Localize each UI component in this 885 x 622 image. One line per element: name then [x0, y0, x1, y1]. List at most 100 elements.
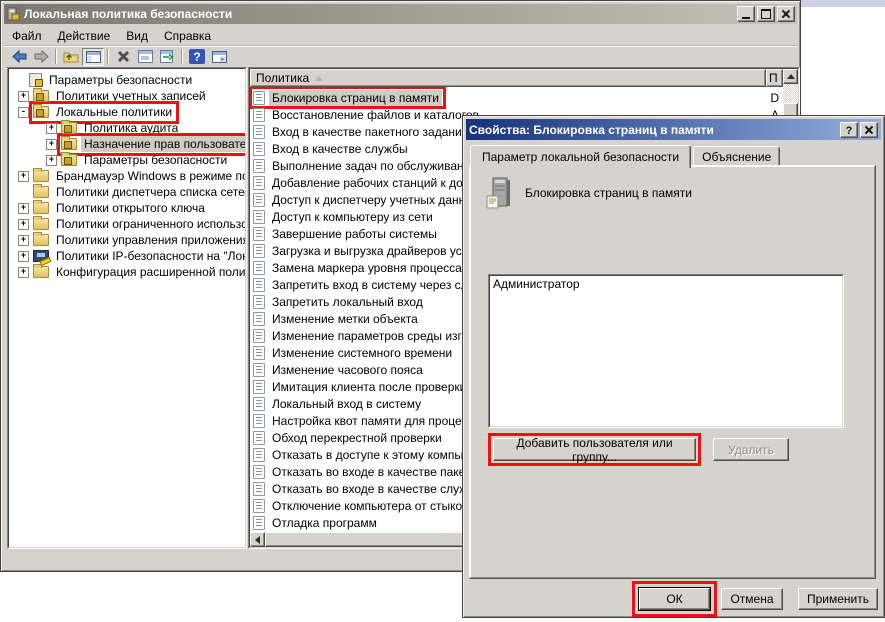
- tree-item[interactable]: + Политики IP-безопасности на "Локальн: [9, 248, 245, 264]
- expand-toggle-icon[interactable]: +: [18, 219, 29, 230]
- expand-toggle-icon[interactable]: +: [18, 171, 29, 182]
- console-tree-panel: Параметры безопасности + Политики учетны…: [7, 67, 247, 549]
- tree-item-label[interactable]: Политики учетных записей: [53, 88, 209, 104]
- tab-local-security-setting[interactable]: Параметр локальной безопасности: [470, 145, 691, 168]
- tree-item[interactable]: + Политики открытого ключа: [9, 200, 245, 216]
- show-panel-button[interactable]: [208, 48, 230, 66]
- forward-button[interactable]: [30, 48, 52, 66]
- policy-row-label[interactable]: Завершение работы системы: [269, 226, 440, 242]
- policy-row-label[interactable]: Обход перекрестной проверки: [269, 430, 445, 446]
- expand-toggle-icon[interactable]: +: [46, 123, 57, 134]
- export-list-button[interactable]: [156, 48, 178, 66]
- policy-row-label[interactable]: Отказать во входе в качестве служб: [269, 481, 477, 497]
- menu-item[interactable]: Справка: [156, 27, 219, 45]
- cancel-button[interactable]: Отмена: [721, 588, 783, 610]
- menu-item[interactable]: Действие: [50, 27, 119, 45]
- add-user-or-group-button[interactable]: Добавить пользователя или группу...: [493, 438, 696, 461]
- policy-row-label[interactable]: Отладка программ: [269, 515, 380, 531]
- policy-row-label[interactable]: Имитация клиента после проверки по: [269, 379, 486, 395]
- ok-button[interactable]: ОК: [639, 588, 710, 610]
- policy-row-label[interactable]: Блокировка страниц в памяти: [269, 90, 442, 106]
- policy-row-label[interactable]: Добавление рабочих станций к доме: [269, 175, 481, 191]
- tree-item-label[interactable]: Политики ограниченного использовани: [53, 216, 246, 232]
- menu-item[interactable]: Вид: [118, 27, 156, 45]
- tab-explanation[interactable]: Объяснение: [693, 146, 780, 166]
- tree-item-label[interactable]: Назначение прав пользователя: [81, 136, 246, 152]
- close-button[interactable]: [777, 6, 795, 22]
- tree-item[interactable]: + Политики управления приложениями: [9, 232, 245, 248]
- policy-row[interactable]: Блокировка страниц в памяти D: [250, 89, 783, 106]
- member-item[interactable]: Администратор: [490, 276, 842, 292]
- column-header-parameter[interactable]: П: [766, 69, 783, 87]
- tree-item-label[interactable]: Параметры безопасности: [81, 152, 230, 168]
- tree-item[interactable]: + Назначение прав пользователя: [9, 136, 245, 152]
- policy-row-label[interactable]: Изменение часового пояса: [269, 362, 426, 378]
- apply-button[interactable]: Применить: [798, 588, 878, 610]
- maximize-button[interactable]: [757, 6, 775, 22]
- policy-row-label[interactable]: Загрузка и выгрузка драйверов устр: [269, 243, 477, 259]
- expand-toggle-icon[interactable]: +: [18, 91, 29, 102]
- tree-item-label[interactable]: Политики управления приложениями: [53, 232, 246, 248]
- policy-row-label[interactable]: Изменение метки объекта: [269, 311, 421, 327]
- tree-item-label[interactable]: Локальные политики: [53, 104, 175, 120]
- tree-item[interactable]: Параметры безопасности: [9, 72, 245, 88]
- expand-toggle-icon[interactable]: +: [18, 251, 29, 262]
- policy-row-label[interactable]: Вход в качестве службы: [269, 141, 411, 157]
- properties-button[interactable]: [134, 48, 156, 66]
- expand-toggle-icon[interactable]: +: [18, 235, 29, 246]
- policy-row-label[interactable]: Отказать во входе в качестве пакет: [269, 464, 473, 480]
- dialog-close-button[interactable]: [860, 122, 878, 138]
- policy-row-label[interactable]: Запретить локальный вход: [269, 294, 426, 310]
- policy-row-label[interactable]: Отказать в доступе к этому компьют: [269, 447, 478, 463]
- dialog-help-button[interactable]: [840, 122, 858, 138]
- policy-row-label[interactable]: Изменение системного времени: [269, 345, 455, 361]
- tree-item[interactable]: - Локальные политики: [9, 104, 245, 120]
- policy-row-label[interactable]: Локальный вход в систему: [269, 396, 424, 412]
- tree-item[interactable]: Политики диспетчера списка сетей: [9, 184, 245, 200]
- tree-item[interactable]: + Брандмауэр Windows в режиме повыше: [9, 168, 245, 184]
- tree-item-label[interactable]: Брандмауэр Windows в режиме повыше: [53, 168, 246, 184]
- policy-row-label[interactable]: Вход в качестве пакетного задания: [269, 124, 471, 140]
- remove-button[interactable]: Удалить: [713, 438, 789, 461]
- scroll-left-button[interactable]: [250, 532, 265, 547]
- export-folder-button[interactable]: [60, 48, 82, 66]
- menu-item[interactable]: Файл: [4, 27, 50, 45]
- policy-row-label[interactable]: Замена маркера уровня процесса: [269, 260, 465, 276]
- members-listbox[interactable]: Администратор: [488, 274, 844, 428]
- back-button[interactable]: [8, 48, 30, 66]
- tree-item-label[interactable]: Политики открытого ключа: [53, 200, 208, 216]
- expand-toggle-icon[interactable]: +: [18, 267, 29, 278]
- tree-item[interactable]: + Политики ограниченного использовани: [9, 216, 245, 232]
- policy-row-label[interactable]: Изменение параметров среды изгото: [269, 328, 483, 344]
- tree-item[interactable]: + Политика аудита: [9, 120, 245, 136]
- main-titlebar[interactable]: Локальная политика безопасности: [4, 4, 797, 24]
- tree-item-label[interactable]: Политики IP-безопасности на "Локальн: [53, 248, 246, 264]
- tree-item[interactable]: + Параметры безопасности: [9, 152, 245, 168]
- policy-row-label[interactable]: Отключение компьютера от стыково: [269, 498, 478, 514]
- help-button[interactable]: [186, 48, 208, 66]
- scroll-up-button[interactable]: [783, 69, 798, 84]
- expand-toggle-icon[interactable]: +: [46, 155, 57, 166]
- delete-button[interactable]: [112, 48, 134, 66]
- expand-toggle-icon[interactable]: +: [46, 139, 57, 150]
- dialog-titlebar[interactable]: Свойства: Блокировка страниц в памяти: [466, 119, 881, 140]
- policy-row-label[interactable]: Восстановление файлов и каталогов: [269, 107, 482, 123]
- policy-row-label[interactable]: Настройка квот памяти для процесса: [269, 413, 483, 429]
- tree-item[interactable]: + Политики учетных записей: [9, 88, 245, 104]
- policy-row-label[interactable]: Доступ к компьютеру из сети: [269, 209, 436, 225]
- minimize-button[interactable]: [737, 6, 755, 22]
- policy-row-label[interactable]: Выполнение задач по обслуживанию: [269, 158, 482, 174]
- tree-item-label[interactable]: Конфигурация расширенной политики: [53, 264, 246, 280]
- tree-item[interactable]: + Конфигурация расширенной политики: [9, 264, 245, 280]
- sort-asc-icon: [315, 76, 323, 81]
- policy-row-label[interactable]: Доступ к диспетчеру учетных данны: [269, 192, 477, 208]
- expand-toggle-icon[interactable]: +: [18, 203, 29, 214]
- policy-row-label[interactable]: Запретить вход в систему через слу: [269, 277, 477, 293]
- tree-item-label[interactable]: Параметры безопасности: [46, 72, 195, 88]
- column-header-policy[interactable]: Политика: [250, 69, 766, 87]
- tree-item-label[interactable]: Политика аудита: [81, 120, 181, 136]
- scroll-left-icon: [255, 536, 260, 544]
- show-console-tree-button[interactable]: [82, 48, 104, 66]
- expand-toggle-icon[interactable]: -: [18, 107, 29, 118]
- tree-item-label[interactable]: Политики диспетчера списка сетей: [53, 184, 246, 200]
